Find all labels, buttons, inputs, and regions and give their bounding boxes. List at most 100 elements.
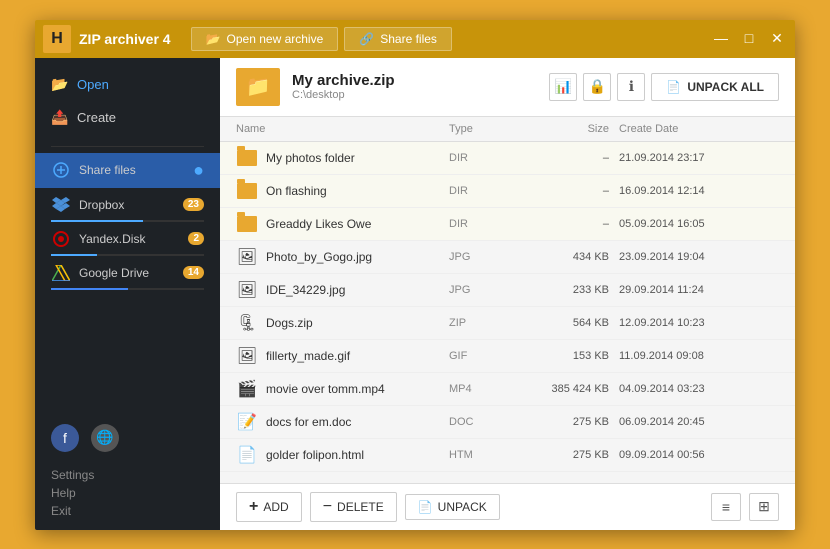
file-list-body: My photos folderDIR–21.09.2014 23:17On f…	[220, 142, 795, 483]
google-drive-icon	[51, 263, 71, 283]
sidebar-divider-1	[51, 146, 204, 147]
file-type: DIR	[449, 152, 519, 164]
table-row[interactable]: 📄golder folipon.htmlHTM275 KB09.09.2014 …	[220, 439, 795, 472]
file-name: movie over tomm.mp4	[266, 382, 385, 396]
table-row[interactable]: On flashingDIR–16.09.2014 12:14	[220, 175, 795, 208]
bottom-toolbar: + ADD − DELETE 📄 UNPACK ≡ ⊞	[220, 483, 795, 530]
sidebar-item-open[interactable]: 📂 Open	[35, 68, 220, 101]
table-row[interactable]: 🖼IDE_34229.jpgJPG233 KB29.09.2014 11:24	[220, 274, 795, 307]
add-button[interactable]: + ADD	[236, 492, 302, 522]
social-icons: f 🌐	[51, 424, 204, 452]
column-name[interactable]: Name	[236, 123, 449, 135]
sidebar-item-dropbox[interactable]: Dropbox 23	[35, 188, 220, 222]
file-name: Photo_by_Gogo.jpg	[266, 250, 372, 264]
google-drive-progress-bar	[51, 288, 128, 290]
create-label: Create	[77, 110, 116, 125]
file-date: 16.09.2014 12:14	[619, 185, 779, 197]
file-size: –	[519, 185, 619, 197]
exit-link[interactable]: Exit	[51, 504, 204, 518]
info-button[interactable]: ℹ	[617, 73, 645, 101]
file-name: IDE_34229.jpg	[266, 283, 345, 297]
file-type: GIF	[449, 350, 519, 362]
table-row[interactable]: 🖼fillerty_made.gifGIF153 KB11.09.2014 09…	[220, 340, 795, 373]
htm-icon: 📄	[236, 444, 258, 466]
sidebar: 📂 Open 📤 Create Share files	[35, 58, 220, 530]
open-label: Open	[77, 77, 109, 92]
yandex-disk-badge: 2	[188, 232, 204, 245]
close-button[interactable]: ✕	[767, 30, 787, 47]
table-row[interactable]: 🎬movie over tomm.mp4MP4385 424 KB04.09.2…	[220, 373, 795, 406]
app-title: ZIP archiver 4	[79, 31, 171, 47]
minimize-button[interactable]: —	[711, 30, 731, 47]
table-row[interactable]: My photos folderDIR–21.09.2014 23:17	[220, 142, 795, 175]
file-type: MP4	[449, 383, 519, 395]
web-button[interactable]: 🌐	[91, 424, 119, 452]
jpg-icon: 🖼	[236, 279, 258, 301]
unpack-all-button[interactable]: 📄 UNPACK ALL	[651, 73, 779, 101]
file-name: Dogs.zip	[266, 316, 313, 330]
file-type: HTM	[449, 449, 519, 461]
file-name: docs for em.doc	[266, 415, 351, 429]
unpack-all-icon: 📄	[666, 80, 681, 94]
main-area: 📂 Open 📤 Create Share files	[35, 58, 795, 530]
table-row[interactable]: 🗜Dogs.zipZIP564 KB12.09.2014 10:23	[220, 307, 795, 340]
table-row[interactable]: 🖼Photo_by_Gogo.jpgJPG434 KB23.09.2014 19…	[220, 241, 795, 274]
column-type[interactable]: Type	[449, 123, 519, 135]
share-files-service-icon	[51, 160, 71, 180]
main-window: H ZIP archiver 4 📂 Open new archive 🔗 Sh…	[35, 20, 795, 530]
delete-button[interactable]: − DELETE	[310, 492, 397, 522]
help-link[interactable]: Help	[51, 486, 204, 500]
window-controls: — □ ✕	[711, 30, 787, 47]
column-size[interactable]: Size	[519, 123, 619, 135]
dropbox-icon	[51, 195, 71, 215]
maximize-button[interactable]: □	[739, 30, 759, 47]
sidebar-nav: 📂 Open 📤 Create	[35, 62, 220, 140]
yandex-disk-icon	[51, 229, 71, 249]
list-view-button[interactable]: ≡	[711, 493, 741, 521]
unpack-button[interactable]: 📄 UNPACK	[405, 494, 500, 520]
table-row[interactable]: 📝docs for em.docDOC275 KB06.09.2014 20:4…	[220, 406, 795, 439]
file-name: fillerty_made.gif	[266, 349, 350, 363]
file-date: 06.09.2014 20:45	[619, 416, 779, 428]
bar-chart-button[interactable]: 📊	[549, 73, 577, 101]
open-new-archive-button[interactable]: 📂 Open new archive	[191, 27, 339, 51]
sidebar-item-yandex-disk[interactable]: Yandex.Disk 2	[35, 222, 220, 256]
lock-button[interactable]: 🔒	[583, 73, 611, 101]
file-size: 564 KB	[519, 317, 619, 329]
column-date[interactable]: Create Date	[619, 123, 779, 135]
gif-icon: 🖼	[236, 345, 258, 367]
facebook-button[interactable]: f	[51, 424, 79, 452]
file-size: –	[519, 152, 619, 164]
dropbox-badge: 23	[183, 198, 204, 211]
open-archive-label: Open new archive	[227, 32, 324, 46]
archive-header: 📁 My archive.zip C:\desktop 📊 🔒 ℹ 📄 UNPA…	[220, 58, 795, 117]
archive-icon: 📁	[236, 68, 280, 106]
title-bar: H ZIP archiver 4 📂 Open new archive 🔗 Sh…	[35, 20, 795, 58]
yandex-disk-label: Yandex.Disk	[79, 232, 180, 246]
add-icon: +	[249, 498, 258, 516]
sidebar-item-google-drive[interactable]: Google Drive 14	[35, 256, 220, 290]
sidebar-item-create[interactable]: 📤 Create	[35, 101, 220, 134]
archive-path: C:\desktop	[292, 89, 537, 101]
sidebar-links: Settings Help Exit	[51, 468, 204, 518]
jpg-icon: 🖼	[236, 246, 258, 268]
folder-icon	[236, 213, 258, 235]
unpack-icon: 📄	[418, 500, 433, 514]
archive-toolbar: 📊 🔒 ℹ 📄 UNPACK ALL	[549, 73, 779, 101]
sidebar-item-share-files[interactable]: Share files ●	[35, 153, 220, 188]
file-size: 233 KB	[519, 284, 619, 296]
file-date: 09.09.2014 00:56	[619, 449, 779, 461]
file-date: 21.09.2014 23:17	[619, 152, 779, 164]
table-row[interactable]: Greaddy Likes OweDIR–05.09.2014 16:05	[220, 208, 795, 241]
share-files-icon: 🔗	[359, 32, 374, 46]
title-actions: 📂 Open new archive 🔗 Share files	[191, 27, 711, 51]
settings-link[interactable]: Settings	[51, 468, 204, 482]
file-type: DIR	[449, 218, 519, 230]
file-size: –	[519, 218, 619, 230]
file-type: DIR	[449, 185, 519, 197]
file-size: 385 424 KB	[519, 383, 619, 395]
grid-view-button[interactable]: ⊞	[749, 493, 779, 521]
share-files-indicator: ●	[193, 160, 204, 181]
file-date: 23.09.2014 19:04	[619, 251, 779, 263]
share-files-title-button[interactable]: 🔗 Share files	[344, 27, 452, 51]
